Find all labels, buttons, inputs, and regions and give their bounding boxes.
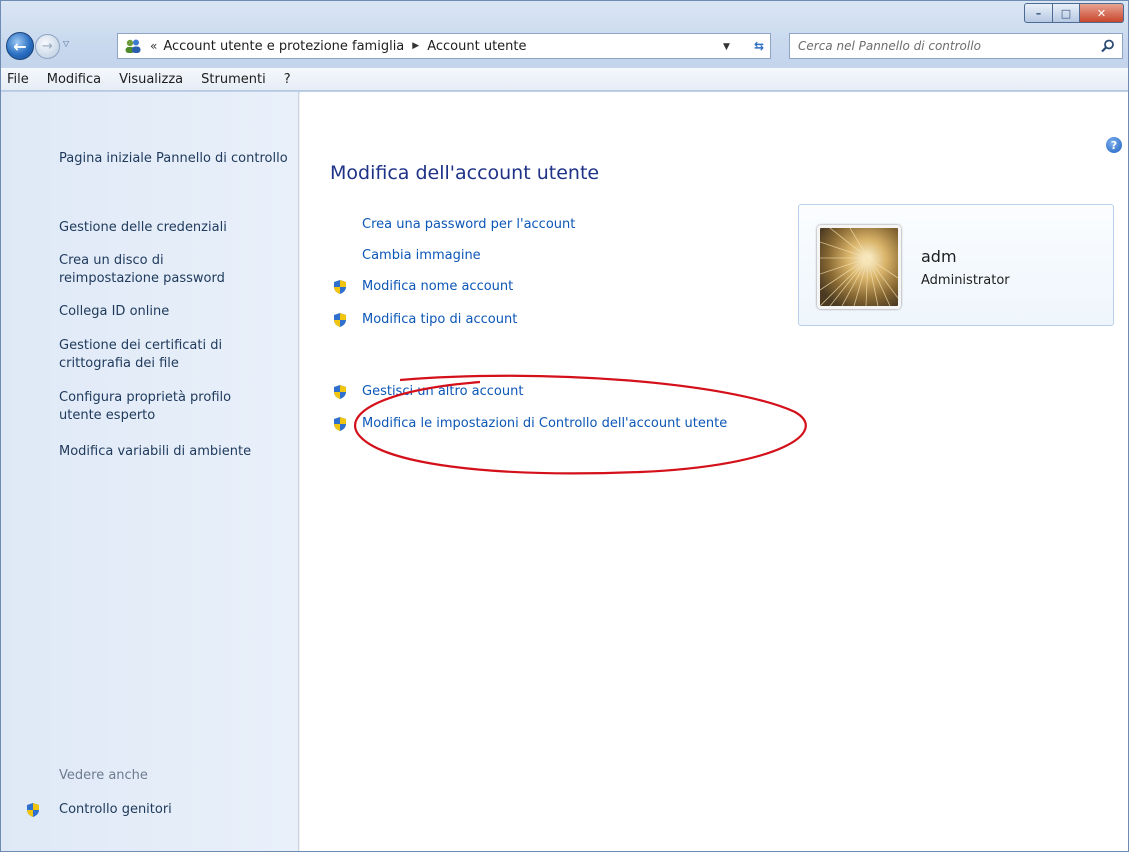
help-icon[interactable]: ? [1106,137,1122,153]
menu-help[interactable]: ? [275,72,300,87]
back-button[interactable]: ← [6,32,34,60]
breadcrumb-separator-icon[interactable]: ▶ [412,41,419,51]
sidebar-item-credential-manager[interactable]: Gestione delle credenziali [59,219,289,237]
menu-edit[interactable]: Modifica [38,72,110,87]
account-card: adm Administrator [798,204,1114,326]
address-bar[interactable]: « Account utente e protezione famiglia ▶… [117,33,771,59]
menu-view[interactable]: Visualizza [110,72,192,87]
menu-file[interactable]: File [1,72,38,87]
search-icon[interactable] [1098,37,1118,55]
sidebar-item-control-panel-home[interactable]: Pagina iniziale Pannello di controllo [59,150,289,168]
window-chrome: – □ ✕ ← → ▽ « Account utente e protezion… [1,1,1128,93]
page-title: Modifica dell'account utente [330,162,600,184]
sidebar-item-link-online-ids[interactable]: Collega ID online [59,303,289,321]
red-ellipse-annotation [354,374,807,475]
search-input[interactable] [798,35,1088,57]
refresh-icon[interactable]: ⇆ [749,36,769,56]
search-box[interactable] [789,33,1123,59]
address-dropdown-icon[interactable]: ▼ [723,42,730,52]
breadcrumb-user-accounts[interactable]: Account utente [427,39,526,54]
sidebar-item-environment-variables[interactable]: Modifica variabili di ambiente [59,443,289,461]
change-account-name-link[interactable]: Modifica nome account [362,279,513,294]
account-name: adm [921,247,957,266]
forward-arrow-icon: → [42,39,53,54]
sidebar-item-password-reset-disk[interactable]: Crea un disco di reimpostazione password [59,252,259,288]
shield-icon [332,312,348,328]
change-account-type-link[interactable]: Modifica tipo di account [362,312,517,327]
forward-button[interactable]: → [35,34,60,59]
avatar[interactable] [817,225,901,309]
sidebar-item-file-encryption-certificates[interactable]: Gestione dei certificati di crittografia… [59,337,259,373]
create-password-link[interactable]: Crea una password per l'account [362,217,575,232]
see-also-heading: Vedere anche [59,768,148,783]
sidebar-item-advanced-profile-properties[interactable]: Configura proprietà profilo utente esper… [59,389,259,425]
breadcrumb-overflow[interactable]: « [150,39,157,53]
left-task-pane: Pagina iniziale Pannello di controllo Ge… [1,92,299,851]
breadcrumb-family-safety[interactable]: Account utente e protezione famiglia [163,39,404,54]
close-button[interactable]: ✕ [1080,3,1124,23]
back-arrow-icon: ← [13,36,27,56]
users-icon [122,37,144,55]
chevron-down-icon: ▽ [63,39,70,48]
sidebar-item-parental-controls[interactable]: Controllo genitori [59,802,172,817]
history-dropdown[interactable]: ▽ [63,39,69,48]
shield-icon [25,802,41,822]
menu-tools[interactable]: Strumenti [192,72,275,87]
account-type: Administrator [921,273,1010,288]
menu-bar: File Modifica Visualizza Strumenti ? [1,67,1128,91]
window-controls: – □ ✕ [1024,3,1124,23]
navigation-row: ← → ▽ « Account utente e protezione fami… [1,29,1128,63]
minimize-button[interactable]: – [1024,3,1053,23]
explorer-window: – □ ✕ ← → ▽ « Account utente e protezion… [0,0,1129,852]
maximize-button[interactable]: □ [1053,3,1080,23]
shield-icon [332,279,348,295]
change-picture-link[interactable]: Cambia immagine [362,248,481,263]
main-content: ? Modifica dell'account utente Crea una … [300,92,1128,851]
